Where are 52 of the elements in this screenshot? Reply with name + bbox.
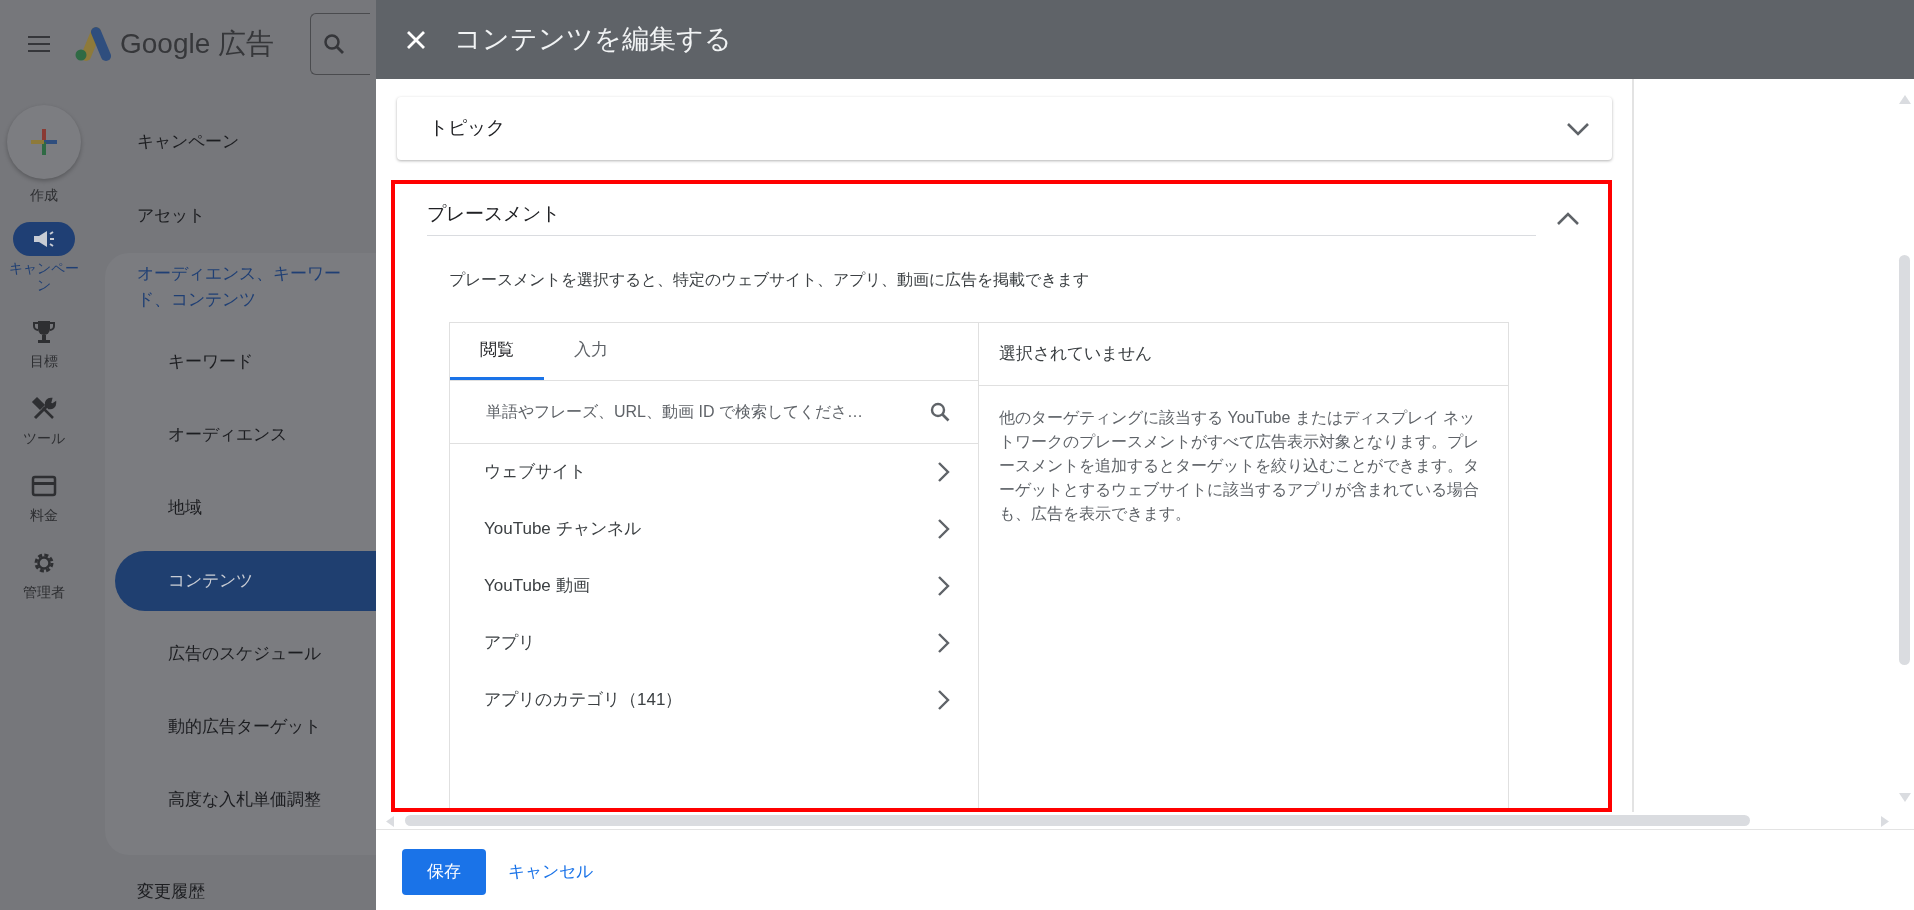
category-item[interactable]: ウェブサイト — [450, 443, 978, 501]
search-icon — [323, 33, 346, 55]
nav-item[interactable]: 広告のスケジュール — [115, 617, 376, 691]
chevron-up-icon[interactable] — [1556, 211, 1580, 226]
nav-item[interactable]: キーワード — [115, 325, 376, 399]
category-item[interactable]: YouTube 動画 — [450, 557, 978, 615]
section-title[interactable]: トピック — [429, 114, 505, 143]
menu-icon[interactable] — [28, 36, 50, 52]
nav-item[interactable]: オーディエンス — [115, 398, 376, 472]
selection-heading: 選択されていません — [979, 322, 1508, 386]
nav-item[interactable]: 地域 — [115, 471, 376, 545]
close-icon[interactable] — [406, 29, 426, 50]
chevron-right-icon — [936, 632, 950, 654]
trophy-icon — [32, 319, 56, 346]
create-label: 作成 — [30, 187, 58, 204]
credit-card-icon — [31, 475, 57, 497]
rail-label: 管理者 — [22, 583, 66, 601]
rail-label: ツール — [22, 430, 66, 447]
nav-group-heading[interactable]: オーディエンス、キーワード、コンテンツ — [105, 261, 376, 326]
scrollbar-thumb[interactable] — [405, 815, 1750, 826]
category-item[interactable]: YouTube チャンネル — [450, 500, 978, 558]
nav-item[interactable]: アセット — [105, 179, 376, 253]
scrollbar-thumb[interactable] — [1899, 255, 1910, 665]
section-title[interactable]: プレースメント — [427, 203, 560, 224]
selection-message: 他のターゲティングに該当する YouTube またはディスプレイ ネットワークのプレースメントがすべて広告表示対象となります。プレースメントを追加するとターゲットを絞り込むことができます。ターゲットとするウェブサイトに該当するアプリが含まれている場合も、広告を表示できます。 — [998, 407, 1480, 524]
dialog-title: コンテンツを編集する — [454, 23, 732, 57]
search-icon[interactable] — [930, 401, 950, 422]
rail-label: 料金 — [29, 507, 59, 524]
nav-item[interactable]: 変更履歴 — [105, 854, 376, 910]
search-field[interactable] — [310, 13, 371, 75]
rail-item[interactable] — [13, 221, 75, 256]
nav-item[interactable]: 高度な入札単価調整 — [115, 763, 376, 837]
save-button[interactable]: 保存 — [402, 849, 486, 895]
tab[interactable]: 入力 — [544, 322, 638, 380]
chevron-right-icon — [936, 461, 950, 483]
category-item[interactable]: アプリのカテゴリ（141） — [450, 671, 978, 729]
megaphone-icon — [32, 228, 56, 249]
category-item[interactable]: アプリ — [450, 614, 978, 672]
tab[interactable]: 閲覧 — [450, 322, 544, 380]
chevron-right-icon — [936, 518, 950, 540]
cancel-button[interactable]: キャンセル — [498, 859, 603, 885]
chevron-right-icon — [936, 689, 950, 711]
section-description: プレースメントを選択すると、特定のウェブサイト、アプリ、動画に広告を掲載できます — [449, 269, 1090, 290]
nav-item[interactable]: 動的広告ターゲット — [115, 690, 376, 764]
plus-icon — [29, 127, 59, 157]
logo-text: Google 広告 — [120, 27, 275, 61]
chevron-right-icon — [936, 575, 950, 597]
rail-label: キャンペーン — [8, 259, 80, 294]
rail-label: 目標 — [29, 353, 59, 371]
nav-item[interactable]: コンテンツ — [115, 550, 376, 611]
nav-item[interactable]: キャンペーン — [105, 105, 376, 179]
chevron-down-icon[interactable] — [1566, 122, 1590, 137]
